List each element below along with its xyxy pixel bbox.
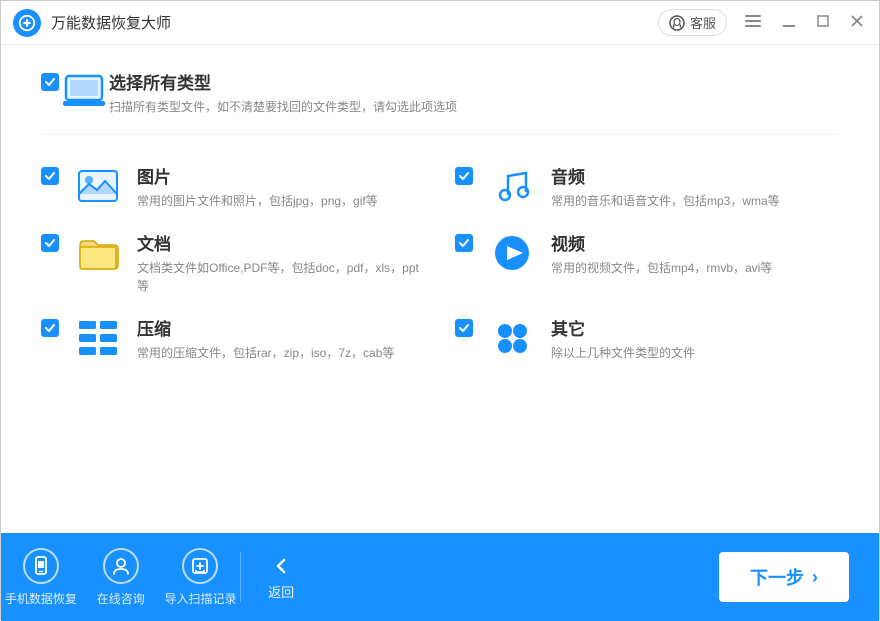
document-name: 文档 [137,230,425,255]
file-type-other: 其它 除以上几种文件类型的文件 [455,315,839,362]
bottom-bar: 手机数据恢复 在线咨询 导入扫描记录 [1,533,879,621]
video-checkbox[interactable] [455,234,473,252]
select-all-desc: 扫描所有类型文件，如不清楚要找回的文件类型，请勾选此项选项 [109,98,839,116]
image-icon [73,163,123,209]
import-icon [182,548,218,584]
minimize-btn[interactable] [779,12,799,34]
video-icon [487,230,537,276]
audio-name: 音频 [551,163,839,188]
mobile-label: 手机数据恢复 [5,590,77,607]
image-name: 图片 [137,163,425,188]
file-type-document: 文档 文档类文件如Office,PDF等，包括doc，pdf，xls，ppt等 [41,230,425,295]
document-info: 文档 文档类文件如Office,PDF等，包括doc，pdf，xls，ppt等 [137,230,425,295]
compress-info: 压缩 常用的压缩文件，包括rar，zip，iso，7z，cab等 [137,315,425,362]
close-btn[interactable] [847,12,867,34]
import-label: 导入扫描记录 [164,590,236,607]
select-all-info: 选择所有类型 扫描所有类型文件，如不清楚要找回的文件类型，请勾选此项选项 [109,69,839,116]
other-desc: 除以上几种文件类型的文件 [551,344,839,362]
nav-mobile-recovery[interactable]: 手机数据恢复 [1,533,81,621]
service-label: 客服 [690,13,716,32]
audio-info: 音频 常用的音乐和语音文件，包括mp3，wma等 [551,163,839,210]
image-checkbox[interactable] [41,167,59,185]
video-info: 视频 常用的视频文件，包括mp4，rmvb，avi等 [551,230,839,277]
other-name: 其它 [551,315,839,340]
audio-icon [487,163,537,209]
consult-icon [103,548,139,584]
next-btn-arrow: › [812,567,818,588]
select-all-section: 选择所有类型 扫描所有类型文件，如不清楚要找回的文件类型，请勾选此项选项 [41,69,839,135]
select-all-icon-wrapper [59,69,109,115]
compress-checkbox[interactable] [41,319,59,337]
other-info: 其它 除以上几种文件类型的文件 [551,315,839,362]
compress-desc: 常用的压缩文件，包括rar，zip，iso，7z，cab等 [137,344,425,362]
file-types-grid: 图片 常用的图片文件和照片，包括jpg，png，gif等 音频 [41,163,839,362]
audio-checkbox[interactable] [455,167,473,185]
back-label: 返回 [268,582,294,601]
document-checkbox[interactable] [41,234,59,252]
window-controls: 客服 [658,9,867,36]
video-name: 视频 [551,230,839,255]
select-all-checkbox[interactable] [41,73,59,91]
title-bar: 万能数据恢复大师 客服 [1,1,879,45]
back-btn[interactable]: 返回 [241,533,321,621]
next-btn-text: 下一步 [750,564,804,590]
other-checkbox[interactable] [455,319,473,337]
nav-consult[interactable]: 在线咨询 [81,533,161,621]
compress-icon [73,315,123,361]
image-desc: 常用的图片文件和照片，包括jpg，png，gif等 [137,192,425,210]
app-logo [13,9,41,37]
nav-import[interactable]: 导入扫描记录 [161,533,241,621]
restore-btn[interactable] [813,12,833,34]
menu-btn[interactable] [741,12,765,34]
compress-name: 压缩 [137,315,425,340]
file-type-video: 视频 常用的视频文件，包括mp4，rmvb，avi等 [455,230,839,295]
other-icon [487,315,537,361]
main-content: 选择所有类型 扫描所有类型文件，如不清楚要找回的文件类型，请勾选此项选项 图片 [1,45,879,533]
app-title: 万能数据恢复大师 [51,12,658,33]
mobile-icon [23,548,59,584]
audio-desc: 常用的音乐和语音文件，包括mp3，wma等 [551,192,839,210]
image-info: 图片 常用的图片文件和照片，包括jpg，png，gif等 [137,163,425,210]
next-btn[interactable]: 下一步 › [719,552,849,602]
file-type-compress: 压缩 常用的压缩文件，包括rar，zip，iso，7z，cab等 [41,315,425,362]
bottom-nav: 手机数据恢复 在线咨询 导入扫描记录 [1,533,321,621]
customer-service-btn[interactable]: 客服 [658,9,727,36]
file-type-audio: 音频 常用的音乐和语音文件，包括mp3，wma等 [455,163,839,210]
consult-label: 在线咨询 [97,590,145,607]
file-type-image: 图片 常用的图片文件和照片，包括jpg，png，gif等 [41,163,425,210]
video-desc: 常用的视频文件，包括mp4，rmvb，avi等 [551,259,839,277]
select-all-name: 选择所有类型 [109,69,839,94]
document-desc: 文档类文件如Office,PDF等，包括doc，pdf，xls，ppt等 [137,259,425,295]
document-icon [73,230,123,276]
